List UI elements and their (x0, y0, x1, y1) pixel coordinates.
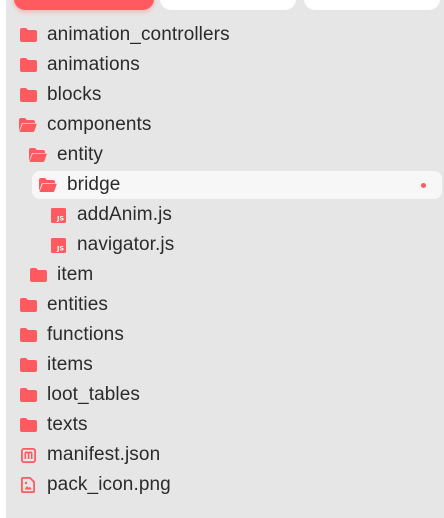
tab-third[interactable] (304, 0, 440, 10)
tree-item-label: entities (47, 294, 109, 315)
folder-icon (19, 87, 37, 103)
folder-open-icon (29, 147, 47, 163)
tree-item-label: items (47, 354, 93, 375)
tree-item-entities[interactable]: entities (6, 290, 444, 320)
tree-item-item[interactable]: item (6, 260, 444, 290)
tree-item-entity[interactable]: entity (6, 140, 444, 170)
tree-item-label: bridge (67, 174, 121, 195)
tree-item-addanim-js[interactable]: JS addAnim.js (6, 200, 444, 230)
tab-second[interactable] (160, 0, 296, 10)
manifest-file-icon (19, 447, 37, 463)
tree-item-items[interactable]: items (6, 350, 444, 380)
image-file-icon (19, 477, 37, 493)
tree-item-label: entity (57, 144, 104, 165)
folder-icon (19, 57, 37, 73)
tree-item-label: pack_icon.png (47, 474, 171, 495)
folder-icon (19, 297, 37, 313)
folder-icon (19, 357, 37, 373)
js-file-icon: JS (49, 207, 67, 223)
tree-item-label: animation_controllers (47, 24, 230, 45)
js-file-icon: JS (49, 237, 67, 253)
file-tree: animation_controllers animations blocks … (6, 20, 444, 500)
tree-item-label: components (47, 114, 152, 135)
tree-item-manifest-json[interactable]: manifest.json (6, 440, 444, 470)
tree-item-label: manifest.json (47, 444, 161, 465)
tab-bar (6, 0, 444, 10)
tree-item-pack-icon-png[interactable]: pack_icon.png (6, 470, 444, 500)
folder-icon (19, 327, 37, 343)
tree-item-label: item (57, 264, 94, 285)
tree-item-texts[interactable]: texts (6, 410, 444, 440)
folder-icon (19, 387, 37, 403)
tree-item-animation-controllers[interactable]: animation_controllers (6, 20, 444, 50)
folder-open-icon (39, 177, 57, 193)
folder-open-icon (19, 117, 37, 133)
tree-item-label: texts (47, 414, 88, 435)
tree-item-animations[interactable]: animations (6, 50, 444, 80)
tree-item-label: loot_tables (47, 384, 141, 405)
tree-item-label: addAnim.js (77, 204, 172, 225)
tree-item-label: functions (47, 324, 124, 345)
tree-item-functions[interactable]: functions (6, 320, 444, 350)
tree-item-label: navigator.js (77, 234, 175, 255)
tree-item-navigator-js[interactable]: JS navigator.js (6, 230, 444, 260)
tree-item-label: animations (47, 54, 140, 75)
svg-text:JS: JS (55, 244, 63, 252)
modified-indicator-dot (421, 183, 426, 188)
folder-icon (29, 267, 47, 283)
tree-item-bridge[interactable]: bridge (6, 170, 444, 200)
folder-icon (19, 27, 37, 43)
folder-icon (19, 417, 37, 433)
svg-text:JS: JS (55, 214, 63, 222)
tab-active[interactable] (14, 0, 154, 10)
tree-item-components[interactable]: components (6, 110, 444, 140)
tree-item-blocks[interactable]: blocks (6, 80, 444, 110)
file-explorer-panel: animation_controllers animations blocks … (6, 0, 444, 518)
tree-item-label: blocks (47, 84, 102, 105)
tree-item-loot-tables[interactable]: loot_tables (6, 380, 444, 410)
